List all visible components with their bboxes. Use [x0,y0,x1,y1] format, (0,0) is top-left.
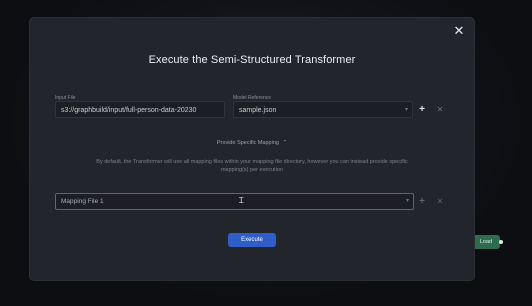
background-load-node: Load [472,235,500,249]
chevron-down-icon: ▾ [405,198,409,204]
mapping-file-select[interactable]: Mapping File 1 Ɪ ▾ [55,193,414,210]
provide-specific-mapping-toggle[interactable]: Provide Specific Mapping ⌃ [30,140,474,146]
text-cursor-icon: Ɪ [239,196,244,205]
execute-transformer-modal: ✕ Execute the Semi-Structured Transforme… [30,18,474,280]
model-reference-select[interactable]: sample.json ▾ [233,101,413,118]
modal-title: Execute the Semi-Structured Transformer [148,54,356,66]
execute-button[interactable]: Execute [228,233,276,247]
chevron-down-icon: ▾ [404,107,408,113]
remove-mapping-icon[interactable]: ✕ [435,197,445,207]
add-mapping-icon[interactable]: + [417,197,427,207]
provide-specific-mapping-label: Provide Specific Mapping [216,140,279,146]
model-reference-value: sample.json [239,107,277,114]
background-node-connector [499,240,503,244]
remove-model-icon[interactable]: ✕ [435,105,445,115]
mapping-description: By default, the Transformer will use all… [96,159,408,173]
close-icon[interactable]: ✕ [452,24,466,38]
background-load-node-label: Load [479,239,493,245]
mapping-file-value: Mapping File 1 [61,198,104,205]
add-model-icon[interactable]: + [417,105,427,115]
input-file-field[interactable]: s3://graphbuild/input/full-person-data-2… [55,101,225,118]
chevron-up-icon: ⌃ [282,140,288,146]
